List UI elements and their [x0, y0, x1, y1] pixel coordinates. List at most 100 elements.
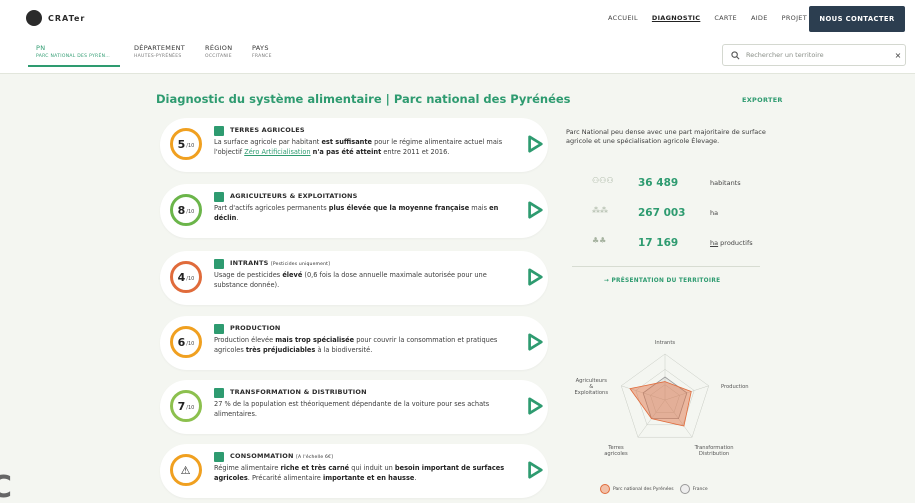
card-arrow-icon[interactable] — [526, 268, 544, 286]
score-value: 7 — [177, 399, 186, 413]
search-input[interactable]: Rechercher un territoire — [746, 51, 885, 59]
score-denominator: /10 — [186, 142, 195, 149]
card-title: AGRICULTEURS & EXPLOITATIONS — [230, 192, 358, 200]
stat-row: ♣♣ 17 169 ha productifs — [592, 236, 753, 250]
score-gauge: 8/10 — [170, 194, 202, 226]
export-button[interactable]: EXPORTER — [742, 96, 783, 104]
card-title-text: AGRICULTEURS & EXPLOITATIONS — [230, 192, 358, 200]
nav-item-projet[interactable]: PROJET — [782, 14, 807, 22]
card-title-text: TRANSFORMATION & DISTRIBUTION — [230, 388, 367, 396]
card-description: Régime alimentaire riche et très carné q… — [214, 464, 505, 483]
radar-series-parc-national-des-pyr-n-es — [629, 381, 692, 427]
card-title-text: TERRES AGRICOLES — [230, 126, 305, 134]
legend-label: France — [692, 486, 708, 492]
logo-text: CRATer — [48, 13, 86, 23]
breadcrumb-level: PN — [36, 44, 46, 52]
clear-search-icon[interactable]: × — [891, 51, 905, 60]
truck-icon — [214, 388, 224, 398]
score-value: 6 — [177, 335, 186, 349]
card-title-tag: [Pesticides uniquement] — [270, 262, 331, 267]
territory-presentation-link[interactable]: → PRÉSENTATION DU TERRITOIRE — [604, 278, 720, 284]
crops-icon: ♣♣ — [592, 236, 607, 245]
radar-axis-label: Terres agricoles — [604, 445, 628, 457]
card-description: Usage de pesticides élevé (0,6 fois la d… — [214, 271, 487, 290]
basket-icon — [214, 452, 224, 462]
card-description: Production élevée mais trop spécialisée … — [214, 336, 498, 355]
score-value: 5 — [177, 137, 186, 151]
card-description: La surface agricole par habitant est suf… — [214, 138, 503, 157]
breadcrumb-département[interactable]: DÉPARTEMENT HAUTES-PYRÉNÉES — [134, 44, 185, 59]
legend-swatch-icon — [600, 484, 610, 494]
card-arrow-icon[interactable] — [526, 201, 544, 219]
breadcrumb-pays[interactable]: PAYS FRANCE — [252, 44, 272, 59]
diagnostic-card-terres-agricoles[interactable]: 5/10 TERRES AGRICOLES La surface agricole… — [160, 118, 548, 172]
territory-bar: PN PARC NATIONAL DES PYRÉN… DÉPARTEMENT HAU… — [0, 38, 915, 74]
search-icon — [731, 50, 740, 59]
score-denominator: /10 — [186, 404, 195, 411]
score-value: 4 — [177, 270, 186, 284]
stat-unit: ha — [710, 209, 719, 217]
card-title-tag: [A l'échelle 6€] — [296, 455, 334, 460]
farmer-icon — [214, 192, 224, 202]
diagnostic-card-production[interactable]: 6/10 PRODUCTION Production élevée mais tr… — [160, 316, 548, 370]
score-gauge: 5/10 — [170, 128, 202, 160]
legend-swatch-icon — [679, 484, 690, 494]
breadcrumb-région[interactable]: RÉGION OCCITANIE — [205, 44, 232, 59]
top-navbar: CRATer ACCUEIL DIAGNOSTIC CARTE AIDE PROJET … — [0, 0, 915, 38]
radar-chart: Intrants Production Transformation Distribu… — [574, 340, 748, 457]
nav-item-accueil[interactable]: ACCUEIL — [608, 14, 638, 22]
main-nav: ACCUEIL DIAGNOSTIC CARTE AIDE PROJET — [608, 14, 807, 22]
card-title: INTRANTS [Pesticides uniquement] — [230, 259, 330, 267]
card-arrow-icon[interactable] — [526, 135, 544, 153]
card-arrow-icon[interactable] — [526, 397, 544, 415]
card-title: TERRES AGRICOLES — [230, 126, 305, 134]
score-gauge: 6/10 — [170, 326, 202, 358]
breadcrumb-level: RÉGION — [205, 44, 233, 52]
breadcrumb-territory: FRANCE — [252, 54, 272, 59]
nav-item-aide[interactable]: AIDE — [751, 14, 768, 22]
breadcrumb-territory: OCCITANIE — [205, 54, 232, 59]
score-denominator: /10 — [186, 340, 195, 347]
contact-button[interactable]: NOUS CONTACTER — [809, 6, 905, 32]
diagnostic-card-intrants[interactable]: 4/10 INTRANTS [Pesticides uniquement] Usag… — [160, 251, 548, 305]
legend-entry: Parc national des Pyrénées — [600, 484, 674, 494]
breadcrumb-level: DÉPARTEMENT — [134, 44, 186, 52]
card-title-text: CONSOMMATION — [230, 452, 294, 460]
card-title-text: PRODUCTION — [230, 324, 281, 332]
breadcrumb-pn[interactable]: PN PARC NATIONAL DES PYRÉN… — [36, 44, 110, 59]
stat-value: 267 003 — [638, 207, 686, 219]
page-title: Diagnostic du système alimentaire | Parc… — [156, 92, 571, 106]
diagnostic-card-consommation[interactable]: ⚠ CONSOMMATION [A l'échelle 6€] Régime ali… — [160, 444, 548, 498]
diagnostic-card-agriculteurs-exploitations[interactable]: 8/10 AGRICULTEURS & EXPLOITATIONS Part d'… — [160, 184, 548, 238]
card-description: Part d'actifs agricoles permanents plus … — [214, 204, 499, 223]
diagnostic-card-transformation-distribution[interactable]: 7/10 TRANSFORMATION & DISTRIBUTION 27 % d… — [160, 380, 548, 434]
stat-row: ⁂⁂ 267 003 ha — [592, 206, 718, 220]
legend-label: Parc national des Pyrénées — [613, 486, 674, 492]
radar-legend: Parc national des Pyrénées France — [600, 484, 708, 494]
score-gauge: 7/10 — [170, 390, 202, 422]
search-box[interactable]: Rechercher un territoire × — [722, 44, 906, 66]
nav-item-carte[interactable]: CARTE — [714, 14, 737, 22]
radar-axis-label: Intrants — [655, 340, 675, 346]
score-gauge: 4/10 — [170, 261, 202, 293]
card-arrow-icon[interactable] — [526, 333, 544, 351]
score-denominator: /10 — [186, 208, 195, 215]
score-value: ⚠ — [180, 463, 191, 477]
breadcrumb-territory: PARC NATIONAL DES PYRÉN… — [36, 54, 111, 59]
score-denominator: /10 — [186, 275, 195, 282]
card-arrow-icon[interactable] — [526, 461, 544, 479]
field-icon — [214, 126, 224, 136]
card-title: TRANSFORMATION & DISTRIBUTION — [230, 388, 367, 396]
card-title: CONSOMMATION [A l'échelle 6€] — [230, 452, 333, 460]
card-title-text: INTRANTS — [230, 259, 269, 267]
stat-row: ⚇⚇⚇ 36 489 habitants — [592, 176, 741, 190]
stat-unit: habitants — [710, 179, 741, 187]
logo[interactable]: CRATer — [26, 10, 85, 26]
cropped-logo-fragment: C — [0, 470, 13, 503]
nav-item-diagnostic[interactable]: DIAGNOSTIC — [652, 14, 700, 22]
stat-unit: ha productifs — [710, 239, 753, 247]
stat-value: 36 489 — [638, 177, 679, 189]
land-icon: ⁂⁂ — [592, 206, 608, 215]
radar-axis-label: Transformation Distribution — [694, 445, 734, 457]
divider — [572, 266, 760, 267]
